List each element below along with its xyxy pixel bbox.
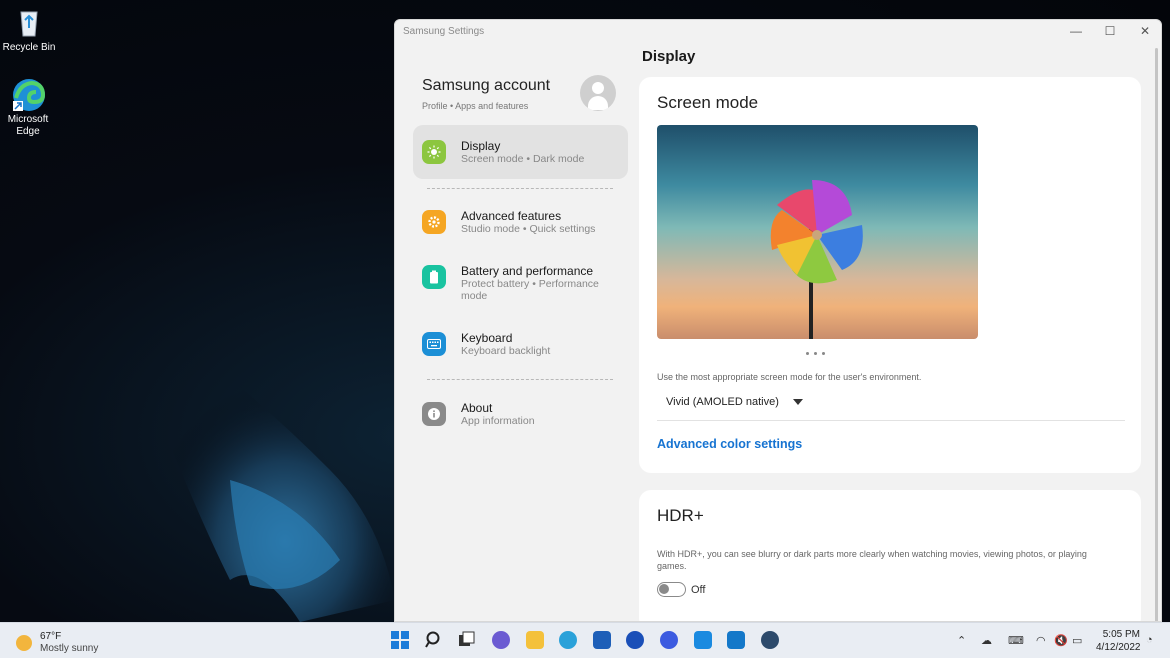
- volume-icon[interactable]: 🔇: [1054, 634, 1068, 647]
- keyboard-tray-icon[interactable]: ⌨: [1008, 634, 1024, 647]
- edge-shortcut[interactable]: Microsoft Edge: [0, 78, 56, 138]
- screen-mode-card: Screen mode Use the most appropriate scr…: [639, 77, 1141, 473]
- recycle-bin-icon: [13, 6, 45, 38]
- wifi-icon[interactable]: ◠: [1036, 634, 1046, 647]
- wallpaper-splash: [120, 300, 395, 622]
- start-icon[interactable]: [391, 631, 409, 649]
- edge-icon: [12, 78, 46, 111]
- keyboard-icon: [422, 332, 446, 356]
- carousel-dots[interactable]: [806, 352, 825, 355]
- task-view-icon[interactable]: [458, 631, 476, 649]
- weather-condition: Mostly sunny: [40, 643, 99, 654]
- search-icon[interactable]: [425, 631, 443, 649]
- recycle-bin-shortcut[interactable]: Recycle Bin: [1, 6, 57, 54]
- sidebar-item-label: Battery and performance: [461, 264, 594, 278]
- chat-icon[interactable]: [492, 631, 510, 649]
- edge-taskbar-icon[interactable]: [559, 631, 577, 649]
- second-screen-icon[interactable]: [727, 631, 745, 649]
- screen-mode-selected: Vivid (AMOLED native): [666, 396, 779, 408]
- account-name: Samsung account: [422, 77, 551, 94]
- gear-icon: [422, 210, 446, 234]
- onedrive-icon[interactable]: ☁: [981, 634, 992, 647]
- clock-time: 5:05 PM: [1102, 629, 1140, 640]
- main-content: Display Screen mode Use the most appropr…: [639, 44, 1161, 621]
- hdr-toggle-state: Off: [691, 584, 706, 596]
- scrollbar[interactable]: [1155, 48, 1158, 621]
- sidebar-item-keyboard[interactable]: Keyboard Keyboard backlight: [413, 317, 628, 371]
- sidebar-item-sub: Studio mode • Quick settings: [461, 223, 596, 235]
- quick-share-icon[interactable]: [694, 631, 712, 649]
- avatar[interactable]: [580, 75, 616, 111]
- taskbar: 67°F Mostly sunny ⌃ ☁ ⌨ ◠ 🔇 ▭ 5:05 PM 4/…: [0, 622, 1170, 658]
- samsung-search-icon[interactable]: [626, 631, 644, 649]
- sidebar-item-label: Keyboard: [461, 331, 513, 345]
- hdr-card: HDR+ With HDR+, you can see blurry or da…: [639, 490, 1141, 621]
- sidebar-item-sub: Protect battery • Performance mode: [461, 278, 599, 302]
- screen-mode-dropdown[interactable]: Vivid (AMOLED native): [657, 389, 807, 413]
- sidebar-item-sub: Screen mode • Dark mode: [461, 153, 585, 165]
- minimize-button[interactable]: —: [1059, 20, 1093, 42]
- notification-icon[interactable]: ◔: [1146, 634, 1153, 646]
- sidebar-item-display[interactable]: Display Screen mode • Dark mode: [413, 125, 628, 179]
- sidebar-item-label: About: [461, 401, 493, 415]
- battery-icon: [422, 265, 446, 289]
- close-button[interactable]: ✕: [1128, 20, 1161, 42]
- sidebar-item-sub: Keyboard backlight: [461, 345, 551, 357]
- weather-temp: 67°F: [40, 631, 62, 642]
- account-subtitle: Profile • Apps and features: [422, 101, 529, 111]
- file-explorer-icon[interactable]: [526, 631, 544, 649]
- divider: [427, 379, 613, 380]
- clock-date: 4/12/2022: [1096, 642, 1141, 653]
- advanced-color-settings-link[interactable]: Advanced color settings: [657, 437, 802, 451]
- sidebar-item-battery[interactable]: Battery and performance Protect battery …: [413, 250, 628, 304]
- chevron-up-icon[interactable]: ⌃: [957, 634, 966, 647]
- hdr-toggle[interactable]: [657, 582, 686, 597]
- clock[interactable]: 5:05 PM 4/12/2022: [1096, 628, 1141, 654]
- screen-mode-preview-image[interactable]: [657, 125, 978, 339]
- window-title: Samsung Settings: [403, 26, 485, 37]
- divider: [427, 188, 613, 189]
- desktop-icon-label: Recycle Bin: [2, 42, 56, 53]
- sidebar-item-advanced-features[interactable]: Advanced features Studio mode • Quick se…: [413, 195, 628, 249]
- samsung-settings-window: Samsung Settings — ☐ ✕ Samsung account P…: [394, 19, 1162, 622]
- divider: [657, 420, 1125, 421]
- samsung-settings-taskbar-icon[interactable]: [761, 631, 779, 649]
- card-title: HDR+: [657, 506, 704, 525]
- weather-sun-icon: [16, 635, 32, 651]
- sun-icon: [422, 140, 446, 164]
- sidebar-item-label: Advanced features: [461, 209, 562, 223]
- sidebar-item-sub: App information: [461, 415, 535, 427]
- sidebar: Samsung account Profile • Apps and featu…: [395, 44, 635, 621]
- sidebar-item-label: Display: [461, 139, 501, 153]
- title-bar: Samsung Settings — ☐ ✕: [395, 20, 1161, 44]
- page-title: Display: [642, 48, 696, 65]
- card-title: Screen mode: [657, 93, 759, 112]
- hdr-description: With HDR+, you can see blurry or dark pa…: [657, 549, 1087, 571]
- battery-tray-icon[interactable]: ▭: [1072, 634, 1082, 647]
- desktop-icon-label: Microsoft Edge: [7, 114, 49, 137]
- sidebar-item-about[interactable]: About App information: [413, 387, 628, 441]
- info-icon: [422, 402, 446, 426]
- screen-mode-description: Use the most appropriate screen mode for…: [657, 372, 922, 382]
- chevron-down-icon: [793, 399, 803, 405]
- samsung-flow-icon[interactable]: [660, 631, 678, 649]
- store-icon[interactable]: [593, 631, 611, 649]
- maximize-button[interactable]: ☐: [1093, 20, 1127, 42]
